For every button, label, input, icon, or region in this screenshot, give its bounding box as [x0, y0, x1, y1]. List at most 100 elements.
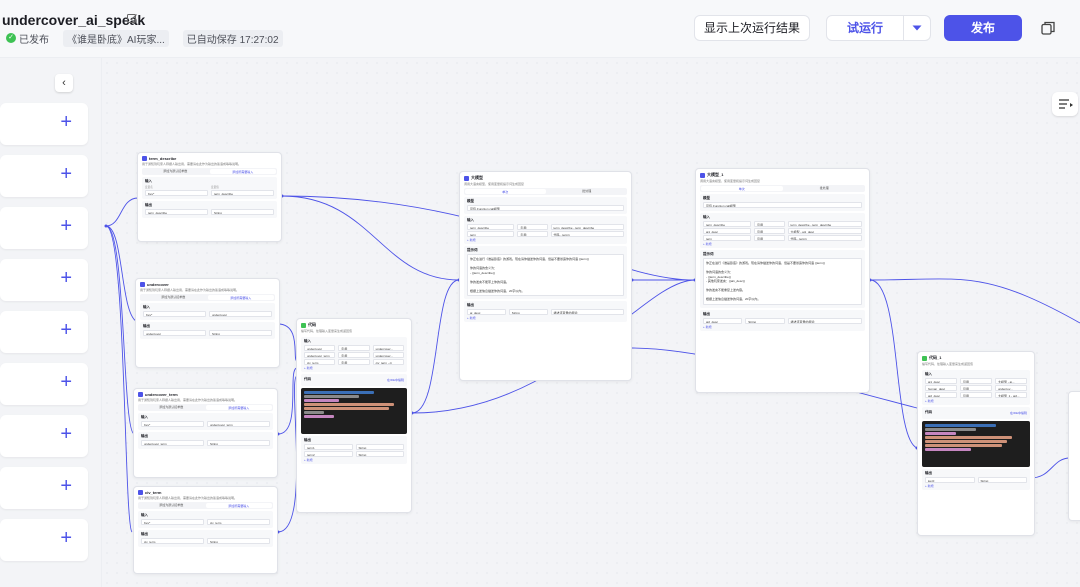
code-editor[interactable] — [922, 421, 1030, 467]
input-name[interactable]: undercover — [304, 345, 336, 351]
input-value[interactable]: civ_term - ci — [372, 359, 404, 365]
output-name[interactable]: ai2_desc — [703, 317, 743, 324]
show-last-result-button[interactable]: 显示上次运行结果 — [694, 15, 810, 41]
input-ref[interactable]: 引用 — [960, 385, 992, 391]
variable-card[interactable]: + — [0, 363, 88, 405]
output-type[interactable]: String — [508, 309, 548, 315]
tab-batch[interactable]: 批处理 — [784, 185, 866, 192]
output-type[interactable]: String — [977, 477, 1027, 483]
tab-input[interactable]: 添加所需要输入 — [205, 503, 272, 508]
input-name[interactable]: human_desc — [925, 385, 957, 391]
variable-card[interactable]: + — [0, 311, 88, 353]
node-undercover-term[interactable]: undercover_term 用于通知到玩家人称据人输出用，需要请在此作为输出… — [133, 388, 278, 478]
prompt-editor[interactable]: 你正在进行《谁是卧底》的游戏。现在请你描述你的词语，但是不要暴露你的词语 {{t… — [467, 254, 624, 296]
add-output-button[interactable]: + 新增 — [304, 458, 404, 462]
edit-in-ide-link[interactable]: 在IDE中编辑 — [387, 378, 404, 383]
add-output-button[interactable]: + 新增 — [925, 484, 1027, 488]
input-name[interactable]: civ_term — [304, 359, 336, 365]
input-ref[interactable]: 引用 — [960, 378, 992, 384]
input-key[interactable]: Key* — [145, 190, 208, 196]
add-input-button[interactable]: + 新增 — [304, 366, 404, 370]
tab-single[interactable]: 单次 — [701, 186, 783, 191]
input-ref[interactable]: 引用 — [338, 345, 370, 351]
node-code-1[interactable]: 代码_1 编写代码，处理输入变量来生成返回值 输入 ai1_desc 引用 大模型 … — [917, 351, 1035, 536]
chevron-left-icon[interactable]: ‹ — [55, 74, 73, 92]
output-name[interactable]: term2 — [304, 451, 353, 457]
plus-icon[interactable]: + — [60, 319, 72, 341]
bot-tag[interactable]: 《谁是卧底》AI玩家... — [63, 29, 169, 47]
input-ref[interactable]: 引用 — [517, 224, 548, 230]
variable-card[interactable]: + — [0, 103, 88, 145]
workflow-canvas[interactable]: term_describe 用于通知到玩家人称据人输出用，需要请在此作为输出的答… — [102, 58, 1080, 587]
code-editor[interactable] — [301, 388, 407, 434]
model-select[interactable]: 豆包·Function call模型 — [703, 202, 862, 208]
input-name[interactable]: undercover_term — [304, 352, 336, 358]
output-description[interactable]: 描述该变量的用途 — [787, 317, 862, 324]
tab-single[interactable]: 单次 — [465, 189, 546, 194]
input-value[interactable]: undercover - — [372, 352, 404, 358]
input-value[interactable]: term_describe - term_describe — [787, 221, 862, 227]
variable-card[interactable]: + — [0, 415, 88, 457]
tab-batch[interactable]: 批处理 — [547, 188, 628, 195]
tab-default[interactable]: 添加为默认接参数 — [142, 168, 209, 175]
tab-input[interactable]: 添加所需要输入 — [207, 295, 274, 300]
input-key[interactable]: Key* — [141, 421, 204, 427]
input-key[interactable]: Key* — [141, 519, 204, 525]
plus-icon[interactable]: + — [60, 475, 72, 497]
input-name[interactable]: term — [703, 235, 752, 241]
tab-default[interactable]: 添加为默认接参数 — [138, 502, 205, 509]
input-ref[interactable]: 引用 — [517, 231, 548, 237]
input-name[interactable]: ai1_desc — [703, 228, 752, 234]
variable-card[interactable]: + — [0, 207, 88, 249]
plus-icon[interactable]: + — [60, 423, 72, 445]
output-name[interactable]: civ_term — [141, 538, 204, 544]
node-civ-term[interactable]: civ_term 用于通知到玩家人称据人输出用，需要请在此作为输出的答语成等等说… — [133, 486, 278, 574]
output-type[interactable]: String — [207, 440, 270, 446]
input-value[interactable]: 代码 - term1 — [787, 235, 862, 241]
input-value[interactable]: 大模型_1 - ai2... — [995, 392, 1027, 398]
input-value[interactable]: 大模型 - ai... — [995, 378, 1027, 384]
add-output-button[interactable]: + 新增 — [467, 316, 624, 320]
copy-icon[interactable] — [1040, 20, 1056, 36]
tab-input[interactable]: 添加所需要输入 — [209, 169, 276, 174]
input-ref[interactable]: 引用 — [754, 228, 785, 234]
output-name[interactable]: undercover_term — [141, 440, 204, 446]
input-value[interactable]: term_describe - term_describe — [550, 224, 624, 230]
add-input-button[interactable]: + 新增 — [925, 399, 1027, 403]
output-name[interactable]: term_describe — [145, 209, 208, 215]
node-partial[interactable] — [1068, 391, 1080, 521]
test-run-button[interactable]: 试运行 — [826, 15, 904, 41]
plus-icon[interactable]: + — [60, 267, 72, 289]
model-select[interactable]: 豆包·Function call模型 — [467, 205, 624, 211]
list-icon[interactable] — [1052, 92, 1078, 116]
input-value[interactable]: undercover — [209, 311, 272, 317]
input-value[interactable]: 大模型 - ai1_desc — [787, 228, 862, 234]
output-description[interactable]: 描述该变量的用途 — [550, 309, 624, 315]
output-name[interactable]: ai_desc — [467, 309, 506, 315]
input-value[interactable]: term_describe — [211, 190, 274, 196]
input-value[interactable]: civ_term — [207, 519, 270, 525]
node-llm-1[interactable]: 大模型_1 调用大语言模型，使用变量和提示词生成回复 单次 批处理 模型 豆包·F… — [695, 168, 870, 393]
output-type[interactable]: String — [209, 330, 272, 336]
plus-icon[interactable]: + — [60, 163, 72, 185]
input-name[interactable]: term — [467, 231, 515, 237]
output-type[interactable]: String — [211, 209, 274, 215]
plus-icon[interactable]: + — [60, 527, 72, 549]
edit-in-ide-link[interactable]: 在IDE中编辑 — [1010, 411, 1027, 416]
add-input-button[interactable]: + 新增 — [467, 238, 624, 242]
output-type[interactable]: String — [355, 451, 404, 457]
node-llm[interactable]: 大模型 调用大语言模型，使用变量和提示词生成回复 单次 批处理 模型 豆包·Fun… — [459, 171, 632, 381]
test-run-dropdown[interactable] — [903, 15, 931, 41]
input-ref[interactable]: 引用 — [338, 352, 370, 358]
input-ref[interactable]: 引用 — [960, 392, 992, 398]
variable-card[interactable]: + — [0, 467, 88, 509]
input-name[interactable]: ai1_desc — [925, 378, 957, 384]
input-ref[interactable]: 引用 — [754, 221, 785, 227]
node-code[interactable]: 代码 编写代码，处理输入变量来生成返回值 输入 undercover 引用 unde… — [296, 318, 412, 513]
plus-icon[interactable]: + — [60, 371, 72, 393]
output-name[interactable]: term1 — [304, 444, 353, 450]
input-key[interactable]: Key* — [143, 311, 206, 317]
input-value[interactable]: 代码 - term1 — [550, 231, 624, 237]
add-output-button[interactable]: + 新增 — [703, 325, 862, 329]
output-name[interactable]: undercover — [143, 330, 206, 336]
